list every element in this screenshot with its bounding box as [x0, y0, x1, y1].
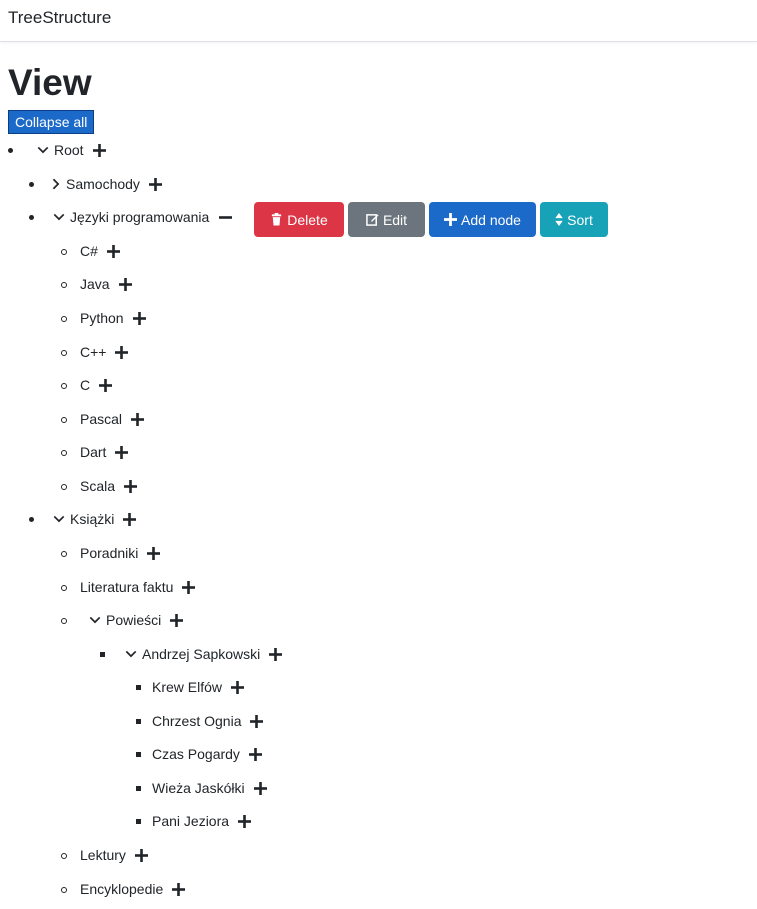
tree-bullet: [8, 148, 13, 153]
tree-node-book-2[interactable]: Czas Pogardy: [152, 745, 240, 763]
tree-node-andrzej-sapkowski[interactable]: Andrzej Sapkowski: [142, 645, 260, 663]
tree-node-literatura-faktu[interactable]: Literatura faktu: [80, 578, 173, 596]
tree-node-powiesci[interactable]: Powieści: [106, 611, 161, 629]
edit-button[interactable]: Edit: [348, 202, 425, 237]
tree-node-root[interactable]: Root: [54, 141, 84, 159]
tree-node-lektury[interactable]: Lektury: [80, 846, 126, 864]
plus-icon[interactable]: [123, 513, 137, 526]
tree-node-language-7[interactable]: Scala: [80, 477, 115, 495]
sort-icon: [555, 213, 563, 226]
plus-icon[interactable]: [99, 379, 113, 392]
plus-icon[interactable]: [269, 648, 283, 661]
sort-button[interactable]: Sort: [540, 202, 608, 237]
delete-button[interactable]: Delete: [254, 202, 344, 237]
tree-bullet: [61, 316, 67, 322]
minus-icon[interactable]: [219, 211, 233, 224]
tree-bullet: [61, 618, 67, 624]
plus-icon[interactable]: [124, 480, 138, 493]
trash-icon: [272, 213, 282, 226]
plus-icon[interactable]: [253, 782, 267, 795]
tree-bullet: [61, 249, 67, 255]
brand-link[interactable]: TreeStructure: [8, 8, 111, 28]
tree-node-language-4[interactable]: C: [80, 376, 90, 394]
tree-bullet: [29, 182, 34, 187]
tree-bullet: [136, 752, 141, 757]
page-title: View: [8, 62, 92, 103]
navbar: TreeStructure: [0, 0, 757, 42]
plus-icon[interactable]: [115, 446, 129, 459]
tree-node-poradniki[interactable]: Poradniki: [80, 544, 138, 562]
plus-icon[interactable]: [231, 681, 245, 694]
plus-icon[interactable]: [115, 346, 129, 359]
tree-node-language-0[interactable]: C#: [80, 242, 98, 260]
tree-node-language-3[interactable]: C++: [80, 343, 106, 361]
edit-icon: [366, 214, 379, 226]
tree-node-samochody[interactable]: Samochody: [66, 175, 140, 193]
add-node-button[interactable]: Add node: [429, 202, 536, 237]
tree-bullet: [136, 786, 141, 791]
chevron-right-icon[interactable]: [50, 178, 62, 190]
chevron-down-icon[interactable]: [37, 144, 49, 156]
sort-label: Sort: [567, 211, 593, 228]
plus-icon[interactable]: [118, 278, 132, 291]
tree-bullet: [61, 887, 67, 893]
chevron-down-icon[interactable]: [53, 513, 65, 525]
delete-label: Delete: [287, 211, 328, 228]
tree-node-language-1[interactable]: Java: [80, 275, 110, 293]
tree-node-ksiazki[interactable]: Książki: [70, 510, 114, 528]
plus-icon[interactable]: [147, 547, 161, 560]
tree-bullet: [61, 350, 67, 356]
tree-bullet: [29, 517, 34, 522]
chevron-down-icon[interactable]: [89, 614, 101, 626]
edit-label: Edit: [382, 211, 408, 228]
tree-node-jezyki-programowania[interactable]: Języki programowania: [70, 208, 209, 226]
plus-icon[interactable]: [131, 413, 145, 426]
tree-bullet: [61, 853, 67, 859]
tree-node-book-3[interactable]: Wieża Jaskółki: [152, 779, 245, 797]
plus-icon[interactable]: [172, 883, 186, 896]
tree-bullet: [136, 719, 141, 724]
plus-icon[interactable]: [182, 581, 196, 594]
tree-bullet: [61, 450, 67, 456]
tree-bullet: [61, 383, 67, 389]
tree-node-book-4[interactable]: Pani Jeziora: [152, 812, 229, 830]
plus-icon[interactable]: [250, 715, 264, 728]
plus-icon[interactable]: [148, 178, 162, 191]
tree-bullet: [61, 282, 67, 288]
add-node-label: Add node: [461, 211, 521, 228]
plus-icon[interactable]: [134, 849, 148, 862]
tree-bullet: [61, 417, 67, 423]
plus-icon[interactable]: [238, 815, 252, 828]
tree-bullet: [136, 685, 141, 690]
tree-bullet: [29, 215, 34, 220]
chevron-down-icon[interactable]: [53, 211, 65, 223]
tree-node-encyklopedie[interactable]: Encyklopedie: [80, 880, 163, 898]
tree-bullet: [61, 551, 67, 557]
tree-node-language-5[interactable]: Pascal: [80, 410, 122, 428]
plus-icon[interactable]: [132, 312, 146, 325]
tree-node-book-0[interactable]: Krew Elfów: [152, 678, 222, 696]
chevron-down-icon[interactable]: [125, 648, 137, 660]
plus-icon: [444, 213, 458, 226]
plus-icon[interactable]: [106, 245, 120, 258]
tree-bullet: [136, 819, 141, 824]
tree-bullet: [61, 585, 67, 591]
plus-icon[interactable]: [248, 748, 262, 761]
collapse-all-button[interactable]: Collapse all: [8, 110, 95, 134]
tree-bullet: [100, 652, 105, 657]
tree-node-book-1[interactable]: Chrzest Ognia: [152, 712, 241, 730]
tree-bullet: [61, 484, 67, 490]
plus-icon[interactable]: [92, 144, 106, 157]
plus-icon[interactable]: [170, 614, 184, 627]
tree-node-language-6[interactable]: Dart: [80, 443, 106, 461]
tree-node-language-2[interactable]: Python: [80, 309, 124, 327]
